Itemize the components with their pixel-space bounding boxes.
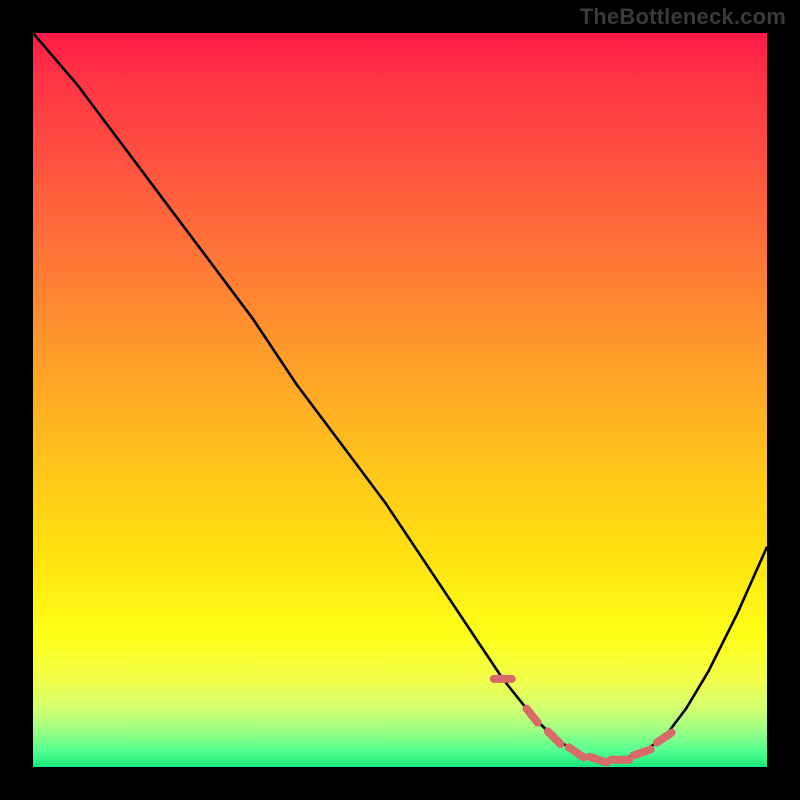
trough-markers — [494, 679, 672, 763]
trough-marker — [569, 747, 584, 757]
trough-marker — [634, 750, 651, 756]
plot-area — [33, 33, 767, 767]
trough-marker — [527, 709, 538, 723]
watermark-text: TheBottleneck.com — [580, 4, 786, 30]
trough-marker — [548, 731, 561, 744]
curve-layer — [33, 33, 767, 767]
bottleneck-curve — [33, 33, 767, 760]
trough-marker — [657, 733, 672, 743]
trough-marker — [590, 757, 607, 763]
chart-container: TheBottleneck.com — [0, 0, 800, 800]
